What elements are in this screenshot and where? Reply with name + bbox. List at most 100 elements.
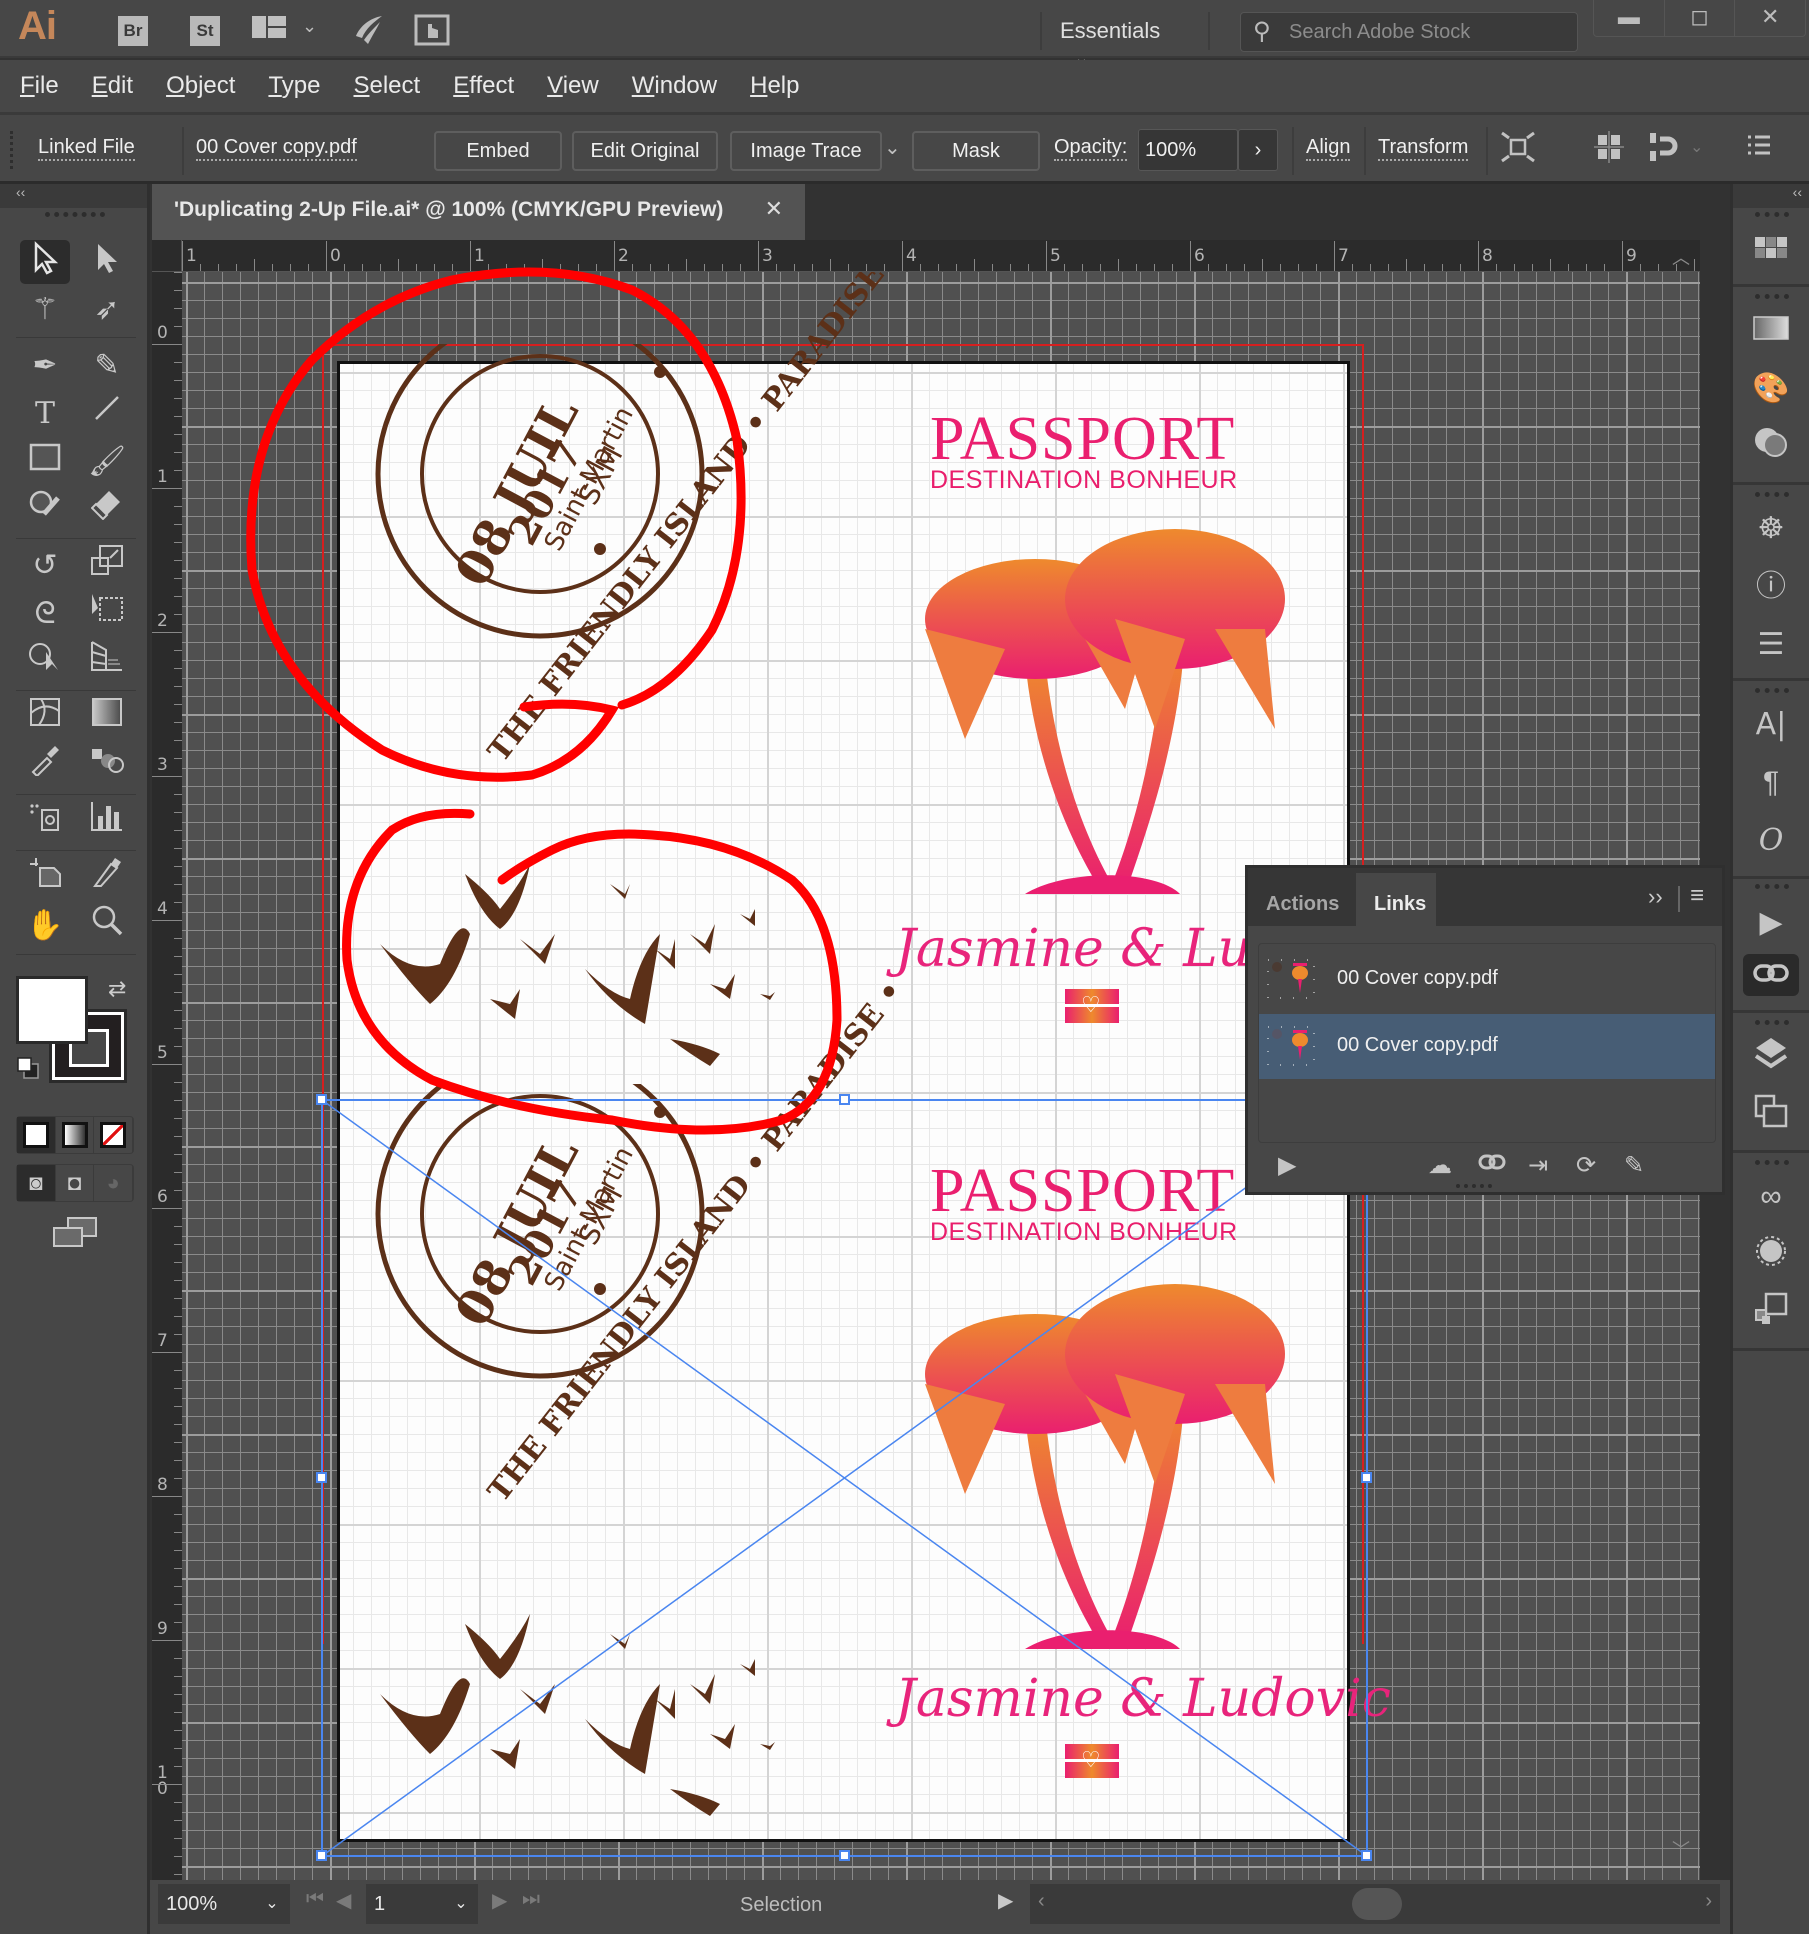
column-graph-tool[interactable] (82, 800, 132, 844)
menu-view[interactable]: View (547, 72, 599, 100)
opacity-input[interactable]: 100% (1138, 129, 1238, 171)
screen-mode-icon[interactable] (52, 1216, 98, 1253)
snap-to-pixel-icon[interactable] (1648, 131, 1678, 170)
gradient-tool[interactable] (82, 696, 132, 740)
panel-resize-grip[interactable] (1456, 1184, 1492, 1190)
artboard-tool[interactable] (20, 856, 70, 900)
tab-actions[interactable]: Actions (1248, 873, 1356, 926)
touch-workspace-icon[interactable] (414, 14, 450, 53)
control-bar-menu-icon[interactable] (1746, 131, 1772, 166)
first-artboard-icon[interactable]: ⏮ (306, 1888, 324, 1911)
menu-edit[interactable]: Edit (92, 72, 133, 100)
menu-type[interactable]: Type (268, 72, 320, 100)
opacity-label[interactable]: Opacity: (1054, 135, 1128, 161)
selection-tool[interactable] (20, 240, 70, 284)
gradient-mode-button[interactable] (56, 1117, 95, 1153)
character-panel-icon[interactable]: A| (1743, 704, 1799, 746)
close-button[interactable]: ✕ (1735, 0, 1805, 36)
panel-group-grip[interactable] (1755, 688, 1789, 696)
color-guide-palette-icon[interactable]: 🎨 (1743, 368, 1799, 410)
menu-select[interactable]: Select (353, 72, 420, 100)
draw-behind-button[interactable]: ◘ (56, 1165, 95, 1201)
direct-selection-tool[interactable] (82, 240, 132, 284)
last-artboard-icon[interactable]: ⏭ (522, 1888, 540, 1911)
menu-window[interactable]: Window (632, 72, 717, 100)
mask-button[interactable]: Mask (912, 131, 1040, 171)
snap-options-chevron-icon[interactable]: ⌄ (1690, 137, 1703, 157)
line-segment-tool[interactable] (82, 392, 132, 436)
none-mode-button[interactable] (94, 1117, 134, 1153)
transform-link[interactable]: Transform (1378, 135, 1469, 161)
opentype-panel-icon[interactable]: O (1743, 820, 1799, 862)
linked-file-link[interactable]: Linked File (38, 135, 135, 161)
artboard-number-input[interactable]: 1 (366, 1884, 444, 1924)
links-panel-icon[interactable] (1743, 954, 1799, 996)
previous-artboard-icon[interactable]: ◀ (336, 1888, 351, 1913)
magic-wand-tool[interactable]: ⚚ (20, 288, 70, 332)
symbol-sprayer-tool[interactable] (20, 800, 70, 844)
isolate-selected-object-icon[interactable] (1500, 131, 1536, 170)
status-menu-arrow-icon[interactable]: ▶ (998, 1888, 1013, 1913)
collapse-toolbar-button[interactable]: ‹‹ (0, 184, 147, 208)
scroll-right-arrow[interactable]: › (1705, 1890, 1712, 1913)
transparency-panel-icon[interactable] (1743, 426, 1799, 468)
lasso-tool[interactable]: ➶ (82, 288, 132, 332)
menu-effect[interactable]: Effect (453, 72, 514, 100)
linked-file-name-link[interactable]: 00 Cover copy.pdf (196, 135, 357, 161)
panel-group-grip[interactable] (1755, 884, 1789, 892)
panel-group-grip[interactable] (1755, 492, 1789, 500)
update-link-icon[interactable]: ⟳ (1576, 1151, 1596, 1180)
cc-libraries-icon[interactable]: ∞ (1743, 1176, 1799, 1218)
horizontal-scroll-thumb[interactable] (1352, 1888, 1402, 1920)
stroke-panel-icon[interactable]: ☰ (1743, 624, 1799, 666)
free-transform-tool[interactable] (82, 592, 132, 636)
align-link[interactable]: Align (1306, 135, 1351, 161)
shape-builder-tool[interactable] (20, 640, 70, 684)
color-mode-button[interactable] (17, 1117, 56, 1153)
document-tab[interactable]: 'Duplicating 2-Up File.ai* @ 100% (CMYK/… (152, 184, 805, 240)
toolbar-grip[interactable] (45, 212, 105, 222)
menu-object[interactable]: Object (166, 72, 235, 100)
edit-original-icon[interactable]: ✎ (1624, 1151, 1644, 1180)
draw-normal-button[interactable]: ◙ (17, 1165, 56, 1201)
zoom-level-input[interactable]: 100% (158, 1884, 254, 1924)
maximize-button[interactable]: ◻ (1665, 0, 1736, 36)
tab-links[interactable]: Links (1356, 873, 1436, 926)
workspace-switcher[interactable]: Essentials ⌄ (1040, 12, 1210, 68)
menu-file[interactable]: File (20, 72, 59, 100)
embed-button[interactable]: Embed (434, 131, 562, 171)
perspective-grid-tool[interactable] (82, 640, 132, 684)
paragraph-panel-icon[interactable]: ¶ (1743, 762, 1799, 804)
bridge-button[interactable]: Br (118, 16, 148, 46)
slice-tool[interactable] (82, 856, 132, 900)
hand-tool[interactable]: ✋ (20, 904, 70, 948)
paintbrush-tool[interactable]: 🖌 (82, 440, 132, 484)
show-link-info-icon[interactable]: ▶ (1278, 1151, 1296, 1180)
swap-fill-stroke-icon[interactable]: ⇄ (108, 976, 126, 1002)
horizontal-scrollbar[interactable]: ‹ › (1030, 1884, 1720, 1924)
adobe-stock-search-input[interactable]: ⚲ Search Adobe Stock (1240, 12, 1578, 52)
link-item-selected[interactable]: 00 Cover copy.pdf (1259, 1014, 1715, 1079)
appearance-panel-icon[interactable] (1743, 1234, 1799, 1276)
actions-panel-play-icon[interactable]: ▶ (1743, 902, 1799, 944)
gradient-panel-icon[interactable] (1743, 310, 1799, 352)
default-fill-stroke-icon[interactable] (16, 1056, 40, 1080)
type-tool[interactable]: T (20, 392, 70, 436)
libraries-panel-icon[interactable] (1743, 230, 1799, 272)
panel-group-grip[interactable] (1755, 212, 1789, 220)
mesh-tool[interactable] (20, 696, 70, 740)
chevron-down-icon[interactable]: ⌄ (302, 16, 317, 37)
panel-group-grip[interactable] (1755, 294, 1789, 302)
panel-group-grip[interactable] (1755, 1020, 1789, 1028)
collapse-panel-icon[interactable]: ›› (1648, 884, 1663, 910)
puppet-warp-tool[interactable]: ᘓ (20, 592, 70, 636)
opacity-expand-button[interactable]: › (1238, 129, 1278, 171)
draw-inside-button[interactable]: ◕ (94, 1165, 134, 1201)
edit-original-button[interactable]: Edit Original (572, 131, 718, 171)
zoom-tool[interactable] (82, 904, 132, 948)
link-item[interactable]: 00 Cover copy.pdf (1259, 947, 1715, 1012)
fill-color-swatch[interactable] (16, 976, 88, 1044)
menu-help[interactable]: Help (750, 72, 799, 100)
artboards-panel-icon[interactable] (1743, 1094, 1799, 1136)
control-bar-grip[interactable] (10, 131, 14, 169)
